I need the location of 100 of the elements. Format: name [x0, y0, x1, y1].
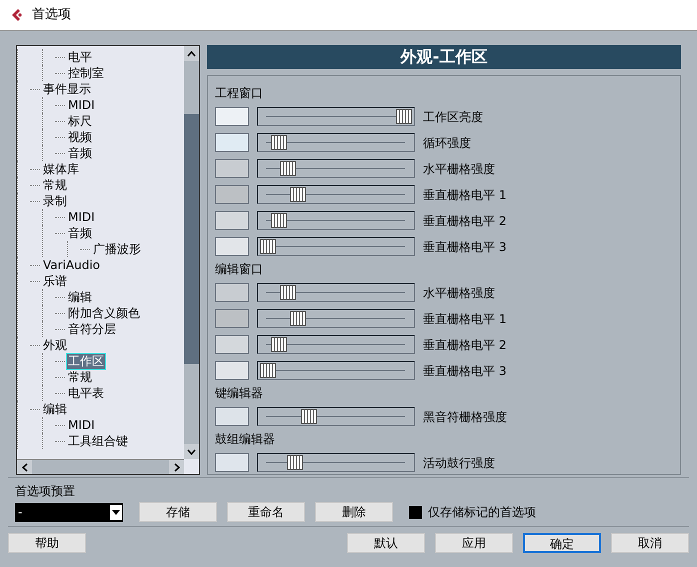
help-button[interactable]: 帮助 [8, 533, 86, 553]
slider-thumb[interactable] [280, 161, 296, 176]
slider[interactable] [257, 361, 415, 380]
tree-item[interactable]: 编辑 [42, 402, 68, 416]
checkbox[interactable] [409, 506, 422, 518]
page-header: 外观-工作区 [207, 45, 681, 69]
slider[interactable] [257, 335, 415, 354]
tree-item[interactable]: 附加含义颜色 [67, 306, 141, 320]
slider-thumb[interactable] [270, 337, 287, 352]
slider-thumb[interactable] [290, 311, 306, 326]
slider[interactable] [257, 237, 415, 256]
tree-item[interactable]: 电平表 [67, 386, 105, 400]
color-swatch[interactable] [215, 211, 249, 230]
slider-thumb[interactable] [290, 187, 306, 202]
scroll-up-icon[interactable] [187, 50, 196, 56]
section-title: 键编辑器 [215, 386, 264, 400]
slider[interactable] [257, 453, 415, 472]
preset-label: 首选项预置 [15, 483, 76, 500]
tree-item[interactable]: 音频 [67, 226, 93, 240]
section-title: 工程窗口 [215, 86, 264, 100]
dialog-button[interactable]: 取消 [611, 533, 689, 553]
app-logo-icon [10, 8, 24, 22]
tree-item[interactable]: 乐谱 [42, 274, 68, 288]
color-swatch[interactable] [215, 453, 249, 472]
slider[interactable] [257, 185, 415, 204]
tree-item[interactable]: 录制 [42, 194, 68, 208]
color-swatch[interactable] [215, 159, 249, 178]
color-swatch[interactable] [215, 407, 249, 426]
slider-thumb[interactable] [270, 213, 287, 228]
dialog-button[interactable]: 确定 [523, 533, 601, 553]
slider[interactable] [257, 407, 415, 426]
tree-item[interactable]: VariAudio [42, 258, 102, 272]
scroll-down-icon[interactable] [187, 448, 196, 454]
slider[interactable] [257, 309, 415, 328]
checkbox-label: 仅存储标记的首选项 [428, 504, 536, 521]
slider-label: 工作区亮度 [423, 108, 483, 126]
tree-item[interactable]: 工具组合键 [67, 434, 129, 448]
dropdown-caret-icon[interactable] [112, 510, 120, 514]
slider[interactable] [257, 107, 415, 126]
dialog-button[interactable]: 默认 [347, 533, 425, 553]
scroll-thumb[interactable] [184, 114, 199, 364]
slider-label: 垂直栅格电平 2 [423, 212, 506, 230]
tree-item[interactable]: 工作区 [67, 354, 105, 368]
section-title: 编辑窗口 [215, 262, 264, 276]
tree-item[interactable]: 常规 [42, 178, 68, 192]
color-swatch[interactable] [215, 133, 249, 152]
slider-thumb[interactable] [260, 363, 276, 378]
tree-item[interactable]: MIDI [67, 418, 96, 432]
tree-item[interactable]: MIDI [67, 210, 96, 224]
vertical-scrollbar[interactable] [184, 46, 199, 459]
preset-dropdown[interactable]: - [15, 502, 123, 522]
tree-item[interactable]: 广播波形 [92, 242, 142, 256]
preset-button[interactable]: 删除 [315, 502, 393, 522]
slider-thumb[interactable] [270, 135, 287, 150]
section-title: 鼓组编辑器 [215, 432, 276, 446]
preset-button[interactable]: 存储 [139, 502, 217, 522]
slider-label: 垂直栅格电平 1 [423, 310, 506, 328]
dialog-button[interactable]: 应用 [435, 533, 513, 553]
color-swatch[interactable] [215, 107, 249, 126]
window-title: 首选项 [32, 6, 71, 24]
color-swatch[interactable] [215, 237, 249, 256]
tree-item[interactable]: 外观 [42, 338, 68, 352]
scroll-left-icon[interactable] [22, 462, 28, 472]
tree-item[interactable]: 编辑 [67, 290, 93, 304]
slider-label: 活动鼓行强度 [423, 454, 495, 472]
slider-thumb[interactable] [300, 409, 317, 424]
slider-label: 垂直栅格电平 1 [423, 186, 506, 204]
slider[interactable] [257, 211, 415, 230]
tree-item[interactable]: 音频 [67, 146, 93, 160]
slider[interactable] [257, 159, 415, 178]
tree-item[interactable]: 电平 [67, 50, 93, 64]
slider[interactable] [257, 133, 415, 152]
preset-button[interactable]: 重命名 [227, 502, 305, 522]
tree-item[interactable]: MIDI [67, 98, 96, 112]
slider-thumb[interactable] [280, 285, 296, 300]
tree-item[interactable]: 视频 [67, 130, 93, 144]
slider-thumb[interactable] [396, 109, 412, 124]
slider-label: 循环强度 [423, 134, 471, 152]
tree-item[interactable]: 常规 [67, 370, 93, 384]
horizontal-scrollbar[interactable] [17, 459, 184, 474]
tree-item[interactable]: 音符分层 [67, 322, 117, 336]
slider[interactable] [257, 283, 415, 302]
slider-label: 黑音符栅格强度 [423, 408, 507, 426]
slider-label: 垂直栅格电平 2 [423, 336, 506, 354]
slider-label: 水平栅格强度 [423, 160, 495, 178]
tree-item[interactable]: 控制室 [67, 66, 105, 80]
slider-label: 垂直栅格电平 3 [423, 362, 506, 380]
color-swatch[interactable] [215, 309, 249, 328]
color-swatch[interactable] [215, 361, 249, 380]
slider-label: 水平栅格强度 [423, 284, 495, 302]
slider-thumb[interactable] [287, 455, 304, 470]
tree-item[interactable]: 媒体库 [42, 162, 80, 176]
tree-item[interactable]: 标尺 [67, 114, 93, 128]
slider-label: 垂直栅格电平 3 [423, 238, 506, 256]
color-swatch[interactable] [215, 185, 249, 204]
color-swatch[interactable] [215, 335, 249, 354]
slider-thumb[interactable] [260, 239, 276, 254]
tree-item[interactable]: 事件显示 [42, 82, 92, 96]
color-swatch[interactable] [215, 283, 249, 302]
scroll-right-icon[interactable] [174, 462, 180, 472]
